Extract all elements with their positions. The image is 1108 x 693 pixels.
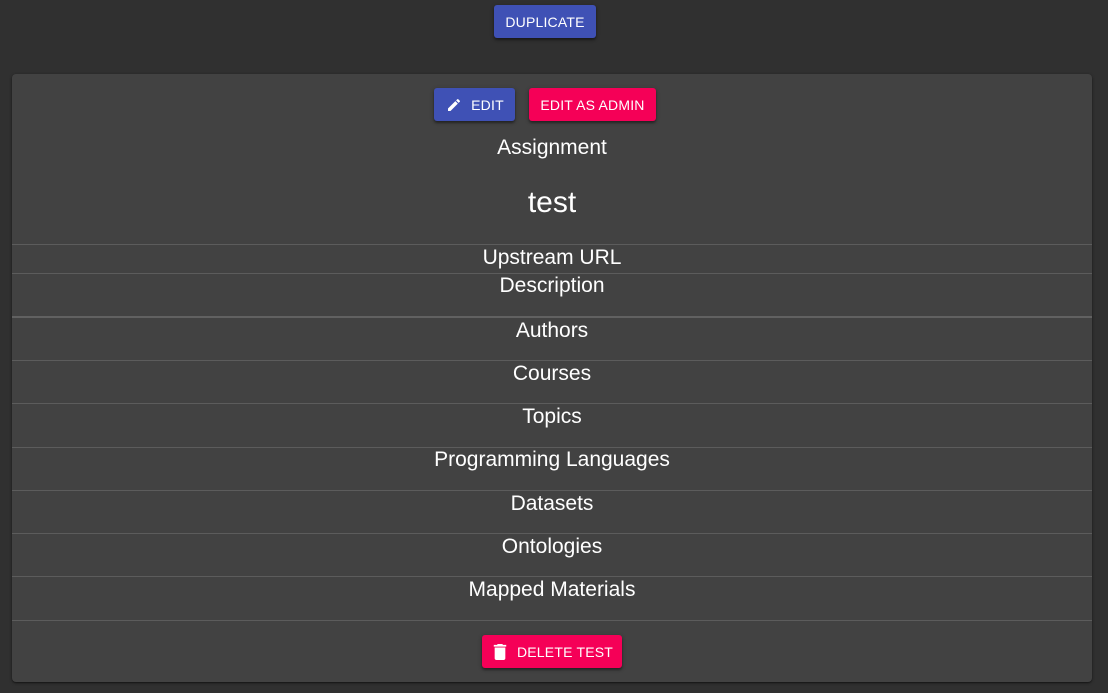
divider bbox=[12, 360, 1092, 361]
duplicate-button[interactable]: Duplicate bbox=[494, 5, 596, 38]
section-upstream-url: Upstream URL bbox=[482, 246, 622, 269]
section-datasets: Datasets bbox=[510, 492, 594, 515]
section-description: Description bbox=[499, 274, 605, 297]
duplicate-button-label: Duplicate bbox=[505, 13, 585, 30]
assignment-card: Edit Edit as admin Assignment test Upstr… bbox=[12, 74, 1092, 682]
section-authors: Authors bbox=[515, 319, 589, 342]
section-topics: Topics bbox=[522, 405, 582, 428]
divider bbox=[12, 490, 1092, 491]
divider bbox=[12, 316, 1092, 318]
pencil-icon bbox=[445, 96, 463, 114]
edit-as-admin-button-label: Edit as admin bbox=[540, 96, 645, 113]
divider bbox=[12, 533, 1092, 534]
delete-button[interactable]: Delete test bbox=[482, 635, 622, 668]
section-programming-languages: Programming Languages bbox=[434, 448, 670, 471]
delete-button-label: Delete test bbox=[516, 643, 614, 660]
edit-button[interactable]: Edit bbox=[434, 88, 515, 121]
edit-as-admin-button[interactable]: Edit as admin bbox=[529, 88, 656, 121]
material-type: Assignment bbox=[497, 136, 607, 159]
edit-button-label: Edit bbox=[471, 96, 504, 113]
divider bbox=[12, 403, 1092, 404]
divider bbox=[12, 620, 1092, 621]
divider bbox=[12, 244, 1092, 245]
section-mapped-materials: Mapped Materials bbox=[468, 578, 636, 601]
top-toolbar: Duplicate bbox=[0, 0, 1108, 74]
trash-icon bbox=[491, 643, 509, 661]
material-name: test bbox=[527, 186, 577, 219]
divider bbox=[12, 576, 1092, 577]
section-courses: Courses bbox=[512, 362, 592, 385]
section-ontologies: Ontologies bbox=[501, 535, 603, 558]
